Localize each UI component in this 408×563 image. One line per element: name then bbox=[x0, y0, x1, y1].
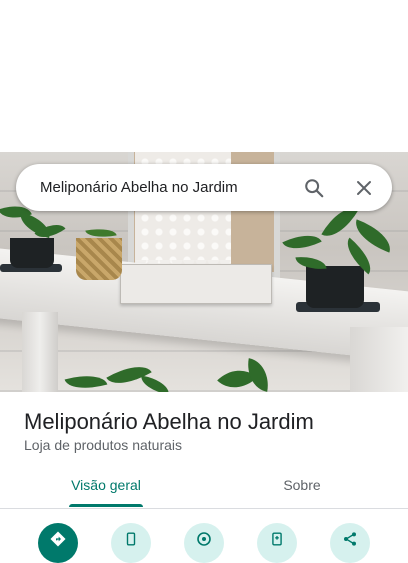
share-icon bbox=[344, 532, 356, 546]
photo-box bbox=[120, 264, 272, 304]
tab-about[interactable]: Sobre bbox=[252, 477, 352, 493]
call-button[interactable] bbox=[111, 523, 151, 563]
save-icon bbox=[272, 532, 282, 546]
search-icon bbox=[305, 178, 324, 197]
save-button[interactable] bbox=[257, 523, 297, 563]
action-button-row bbox=[0, 519, 408, 563]
directions-button[interactable] bbox=[38, 523, 78, 563]
tab-active-indicator bbox=[69, 504, 143, 507]
clear-search-button[interactable] bbox=[348, 172, 380, 204]
search-bar[interactable]: Meliponário Abelha no Jardim bbox=[16, 164, 392, 211]
close-icon bbox=[357, 180, 371, 195]
photo-shelf-post-right bbox=[350, 327, 408, 392]
search-query-text[interactable]: Meliponário Abelha no Jardim bbox=[40, 179, 298, 196]
directions-icon bbox=[50, 531, 66, 547]
share-button[interactable] bbox=[330, 523, 370, 563]
photo-shelf-post bbox=[22, 312, 58, 392]
place-title: Meliponário Abelha no Jardim bbox=[24, 409, 314, 434]
phone-icon bbox=[126, 532, 136, 546]
photo-pot-left bbox=[10, 238, 54, 268]
photo-basket bbox=[76, 238, 122, 280]
tab-bar: Visão geral Sobre bbox=[0, 470, 408, 509]
website-button[interactable] bbox=[184, 523, 224, 563]
tab-overview[interactable]: Visão geral bbox=[56, 477, 156, 493]
place-category[interactable]: Loja de produtos naturais bbox=[24, 437, 182, 453]
search-button[interactable] bbox=[298, 172, 330, 204]
website-icon bbox=[197, 532, 211, 546]
photo-pot-right bbox=[306, 266, 364, 308]
